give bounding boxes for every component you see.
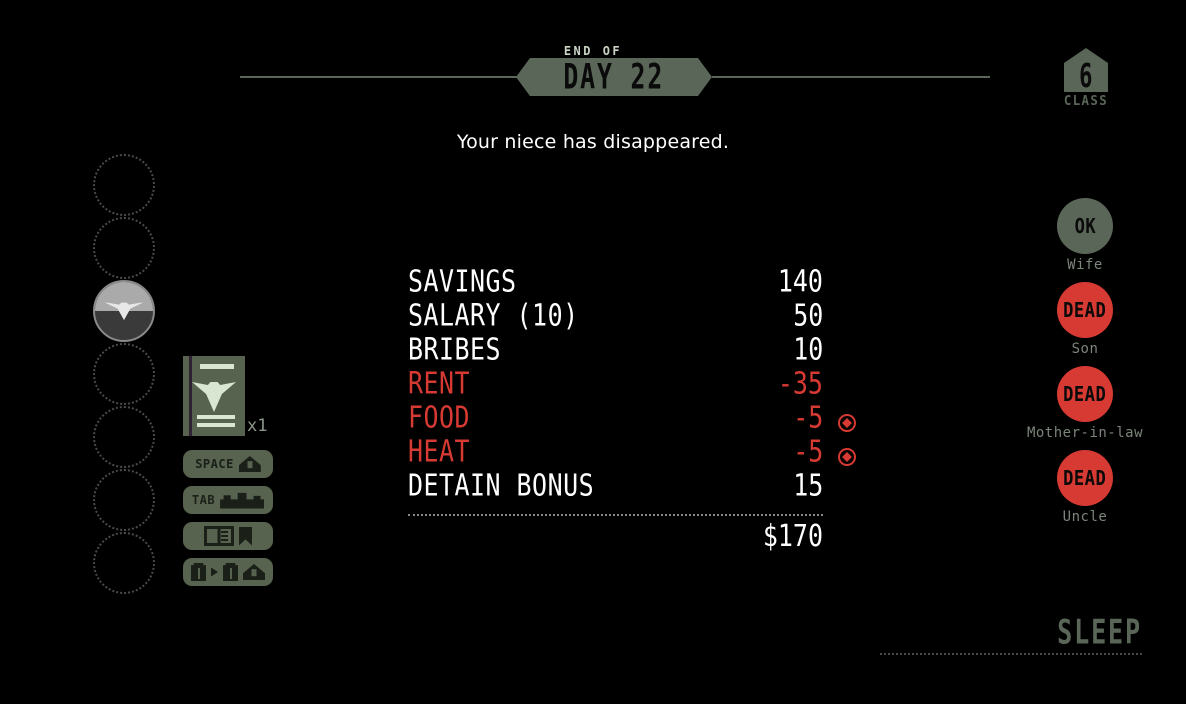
- status-badge: DEAD: [1057, 366, 1113, 422]
- class-label: CLASS: [1063, 94, 1109, 109]
- desk-icon: [220, 492, 265, 509]
- document-icon-right: [223, 563, 238, 581]
- family-member-name: Son: [1071, 341, 1099, 357]
- hotkey-tab-label: TAB: [191, 493, 216, 507]
- family-status-label: OK: [1074, 213, 1096, 239]
- slot-empty-4[interactable]: [93, 343, 155, 405]
- class-badge: 6 CLASS: [1048, 48, 1124, 109]
- list-item: DEAD Uncle: [1000, 450, 1170, 525]
- inventory-item[interactable]: x1: [183, 356, 267, 436]
- family-member-name: Mother-in-law: [1026, 425, 1144, 441]
- day-number-label: DAY 22: [563, 57, 665, 97]
- family-status-label: DEAD: [1063, 381, 1107, 407]
- slot-column: [93, 154, 157, 595]
- status-badge: DEAD: [1057, 450, 1113, 506]
- slot-empty-6[interactable]: [93, 469, 155, 531]
- stat-name: DETAIN BONUS: [408, 468, 595, 504]
- passport-spine: [189, 356, 192, 436]
- hotkey-tab-button[interactable]: TAB: [183, 486, 273, 514]
- passport-top-bar: [200, 364, 234, 369]
- day-plate: DAY 22: [516, 58, 712, 96]
- stat-value: -5: [792, 400, 823, 436]
- stamp-icon: [238, 456, 261, 472]
- hotkey-button-list: SPACE TAB: [183, 450, 273, 594]
- hotkey-space-button[interactable]: SPACE: [183, 450, 273, 478]
- stats-divider: [408, 514, 823, 516]
- slot-empty-1[interactable]: [93, 154, 155, 216]
- family-status-panel: OK Wife DEAD Son DEAD Mother-in-law DEAD…: [1000, 198, 1170, 534]
- slot-medal[interactable]: [93, 280, 155, 342]
- stat-value: -35: [777, 366, 823, 402]
- stat-value: 140: [777, 264, 823, 300]
- status-badge: OK: [1057, 198, 1113, 254]
- list-item: OK Wife: [1000, 198, 1170, 273]
- sleep-button-label: SLEEP: [1057, 612, 1142, 653]
- inventory-count-label: x1: [247, 416, 268, 436]
- slot-empty-5[interactable]: [93, 406, 155, 468]
- status-badge: DEAD: [1057, 282, 1113, 338]
- passport-icon[interactable]: [183, 356, 245, 436]
- class-number: 6: [1079, 58, 1093, 96]
- hotkey-space-label: SPACE: [195, 457, 234, 471]
- sleep-underline: [880, 652, 1142, 655]
- family-status-label: DEAD: [1063, 297, 1107, 323]
- family-status-label: DEAD: [1063, 465, 1107, 491]
- stat-name: SAVINGS: [408, 264, 517, 300]
- event-message: Your niece has disappeared.: [456, 131, 730, 153]
- stat-name: FOOD: [408, 400, 471, 436]
- family-member-name: Wife: [1067, 257, 1103, 273]
- house-icon: 6: [1064, 48, 1108, 92]
- bookmark-icon: [239, 526, 252, 546]
- rulebook-icon: [204, 526, 234, 546]
- eagle-emblem-icon: [192, 382, 236, 412]
- stats-total: $170: [762, 519, 823, 555]
- family-member-name: Uncle: [1062, 509, 1108, 525]
- warning-marker-icon: [838, 448, 856, 466]
- hotkey-document-transfer-button[interactable]: [183, 558, 273, 586]
- list-item: DEAD Son: [1000, 282, 1170, 357]
- slot-empty-2[interactable]: [93, 217, 155, 279]
- table-row: DETAIN BONUS 15: [408, 469, 823, 508]
- warning-marker-icon: [838, 414, 856, 432]
- sleep-button[interactable]: SLEEP: [880, 612, 1142, 655]
- stat-value: 50: [792, 298, 823, 334]
- stat-value: 15: [792, 468, 823, 504]
- stat-name: SALARY (10): [408, 298, 579, 334]
- passport-bottom-bar-2: [197, 423, 235, 427]
- end-of-label: END OF: [563, 43, 623, 59]
- slot-empty-7[interactable]: [93, 532, 155, 594]
- stamp-icon-small: [243, 564, 265, 580]
- passport-bottom-bar-1: [197, 415, 235, 419]
- medal-wing-icon: [104, 302, 144, 321]
- stat-name: RENT: [408, 366, 471, 402]
- header-rule-left: [240, 76, 522, 78]
- header-rule-right: [712, 76, 990, 78]
- hotkey-rulebook-button[interactable]: [183, 522, 273, 550]
- stat-name: HEAT: [408, 434, 471, 470]
- document-icon-left: [191, 563, 206, 581]
- stat-name: BRIBES: [408, 332, 502, 368]
- stat-value: 10: [792, 332, 823, 368]
- end-of-day-stats-table: SAVINGS 140 SALARY (10) 50 BRIBES 10 REN…: [408, 265, 856, 508]
- list-item: DEAD Mother-in-law: [1000, 366, 1170, 441]
- arrow-right-icon: [211, 567, 218, 577]
- stat-value: -5: [792, 434, 823, 470]
